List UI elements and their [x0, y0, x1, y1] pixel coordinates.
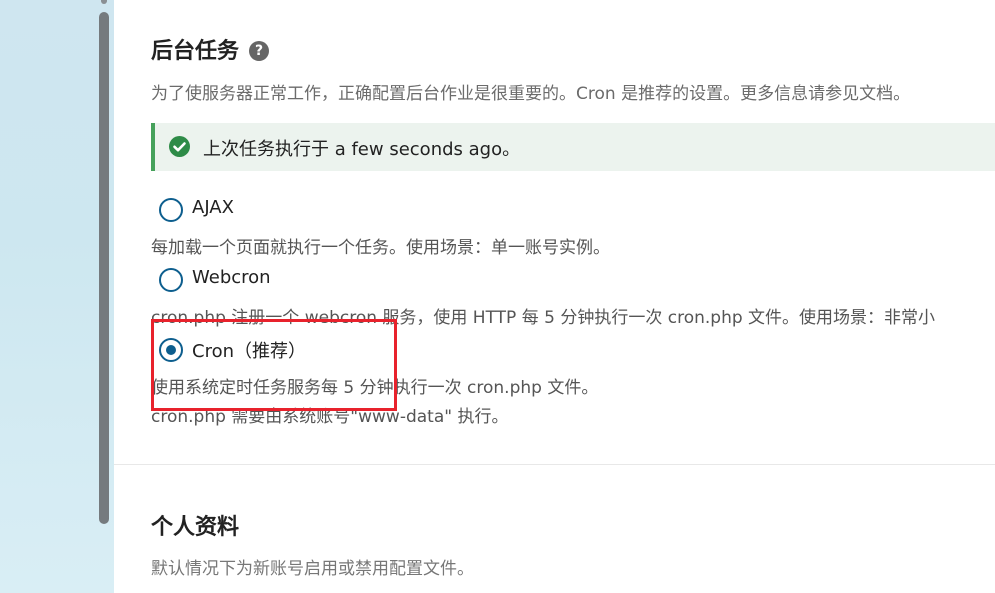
webcron-description: cron.php 注册一个 webcron 服务，使用 HTTP 每 5 分钟执…	[151, 308, 936, 328]
radio-cron-label[interactable]: Cron（推荐）	[192, 337, 306, 363]
profile-title: 个人资料	[151, 515, 240, 540]
left-sidebar-background	[0, 0, 114, 593]
radio-webcron[interactable]	[159, 268, 183, 292]
scrollbar-thumb[interactable]	[99, 12, 109, 524]
background-jobs-title: 后台任务?	[151, 33, 270, 65]
background-jobs-description: 为了使服务器正常工作，正确配置后台作业是很重要的。Cron 是推荐的设置。更多信…	[151, 84, 911, 104]
page: 后台任务? 为了使服务器正常工作，正确配置后台作业是很重要的。Cron 是推荐的…	[0, 0, 995, 593]
question-circle-icon[interactable]: ?	[249, 41, 270, 61]
section-divider	[114, 464, 995, 465]
settings-content: 后台任务? 为了使服务器正常工作，正确配置后台作业是很重要的。Cron 是推荐的…	[114, 0, 995, 593]
cron-description: 使用系统定时任务服务每 5 分钟执行一次 cron.php 文件。	[151, 378, 599, 398]
profile-description: 默认情况下为新账号启用或禁用配置文件。	[151, 559, 474, 579]
radio-cron-selected[interactable]	[159, 338, 183, 362]
ajax-description: 每加载一个页面就执行一个任务。使用场景：单一账号实例。	[151, 238, 610, 258]
radio-ajax[interactable]	[159, 198, 183, 222]
radio-selected-dot	[166, 345, 176, 355]
background-jobs-title-text: 后台任务	[151, 39, 240, 64]
last-job-notice: 上次任务执行于 a few seconds ago。	[151, 123, 995, 171]
last-job-notice-text: 上次任务执行于 a few seconds ago。	[203, 139, 521, 160]
radio-ajax-label[interactable]: AJAX	[192, 197, 234, 218]
cron-user-note: cron.php 需要由系统账号"www-data" 执行。	[151, 407, 509, 427]
check-circle-icon	[169, 136, 190, 157]
radio-webcron-label[interactable]: Webcron	[192, 267, 271, 288]
